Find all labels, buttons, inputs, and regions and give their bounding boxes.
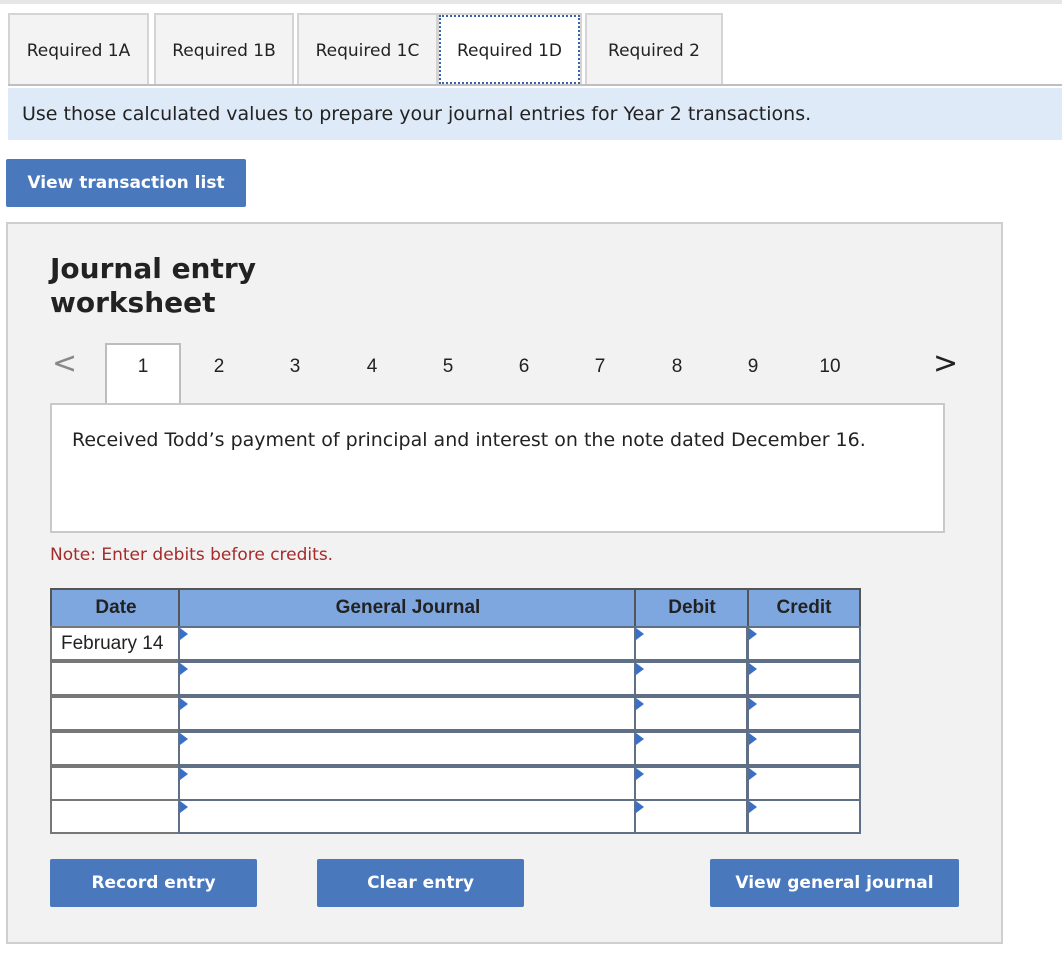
input-marker-icon <box>749 801 757 813</box>
instruction-banner: Use those calculated values to prepare y… <box>8 88 1062 140</box>
dropdown-arrow-icon <box>180 733 188 745</box>
debit-input[interactable] <box>634 799 748 834</box>
entry-note: Note: Enter debits before credits. <box>50 545 334 565</box>
pager-page-1[interactable]: 1 <box>123 356 163 378</box>
input-marker-icon <box>636 768 644 780</box>
input-marker-icon <box>749 663 757 675</box>
worksheet-title-line1: Journal entry <box>50 252 256 285</box>
pager-page-4[interactable]: 4 <box>352 356 392 378</box>
date-cell: February 14 <box>50 626 180 661</box>
prev-page-icon[interactable]: < <box>52 346 77 381</box>
date-cell <box>50 766 180 801</box>
record-entry-button[interactable]: Record entry <box>50 859 257 907</box>
debit-input[interactable] <box>634 661 748 696</box>
debit-input[interactable] <box>634 766 748 801</box>
pager-page-5[interactable]: 5 <box>428 356 468 378</box>
worksheet-title: Journal entry worksheet <box>50 252 350 320</box>
tab-divider <box>8 84 1062 86</box>
date-cell <box>50 731 180 766</box>
header-debit: Debit <box>634 588 748 628</box>
top-rule <box>0 0 1062 4</box>
journal-table: Date General Journal Debit Credit Februa… <box>50 588 861 834</box>
input-marker-icon <box>636 733 644 745</box>
account-input[interactable] <box>178 731 636 766</box>
input-marker-icon <box>636 698 644 710</box>
dropdown-arrow-icon <box>180 663 188 675</box>
credit-input[interactable] <box>747 696 861 731</box>
input-marker-icon <box>749 698 757 710</box>
date-cell <box>50 661 180 696</box>
debit-input[interactable] <box>634 626 748 661</box>
account-input[interactable] <box>178 661 636 696</box>
input-marker-icon <box>749 733 757 745</box>
credit-input[interactable] <box>747 731 861 766</box>
credit-input[interactable] <box>747 661 861 696</box>
account-input[interactable] <box>178 766 636 801</box>
credit-input[interactable] <box>747 799 861 834</box>
input-marker-icon <box>749 628 757 640</box>
dropdown-arrow-icon <box>180 628 188 640</box>
input-marker-icon <box>636 663 644 675</box>
pager-page-3[interactable]: 3 <box>275 356 315 378</box>
debit-input[interactable] <box>634 731 748 766</box>
header-date: Date <box>50 588 180 628</box>
pager-page-10[interactable]: 10 <box>810 356 850 378</box>
worksheet-title-line2: worksheet <box>50 286 216 319</box>
dropdown-arrow-icon <box>180 801 188 813</box>
input-marker-icon <box>749 768 757 780</box>
next-page-icon[interactable]: > <box>933 346 958 381</box>
view-general-journal-button[interactable]: View general journal <box>710 859 959 907</box>
header-credit: Credit <box>747 588 861 628</box>
pager-page-2[interactable]: 2 <box>199 356 239 378</box>
tab-required-1a[interactable]: Required 1A <box>8 13 149 86</box>
tab-required-2[interactable]: Required 2 <box>585 13 723 86</box>
date-cell <box>50 696 180 731</box>
tab-required-1d[interactable]: Required 1D <box>437 13 582 86</box>
clear-entry-button[interactable]: Clear entry <box>317 859 524 907</box>
journal-worksheet-panel <box>6 222 1003 944</box>
header-general-journal: General Journal <box>178 588 636 628</box>
debit-input[interactable] <box>634 696 748 731</box>
date-cell <box>50 799 180 834</box>
account-input[interactable] <box>178 626 636 661</box>
credit-input[interactable] <box>747 626 861 661</box>
tab-required-1b[interactable]: Required 1B <box>154 13 294 86</box>
transaction-description-text: Received Todd’s payment of principal and… <box>72 429 866 451</box>
account-input[interactable] <box>178 799 636 834</box>
view-transaction-list-button[interactable]: View transaction list <box>6 159 246 207</box>
input-marker-icon <box>636 801 644 813</box>
pager-page-6[interactable]: 6 <box>504 356 544 378</box>
pager-page-8[interactable]: 8 <box>657 356 697 378</box>
dropdown-arrow-icon <box>180 698 188 710</box>
transaction-description: Received Todd’s payment of principal and… <box>50 403 945 533</box>
account-input[interactable] <box>178 696 636 731</box>
input-marker-icon <box>636 628 644 640</box>
pager-page-7[interactable]: 7 <box>580 356 620 378</box>
instruction-text: Use those calculated values to prepare y… <box>22 103 812 125</box>
tab-required-1c[interactable]: Required 1C <box>297 13 438 86</box>
credit-input[interactable] <box>747 766 861 801</box>
pager-page-9[interactable]: 9 <box>733 356 773 378</box>
dropdown-arrow-icon <box>180 768 188 780</box>
